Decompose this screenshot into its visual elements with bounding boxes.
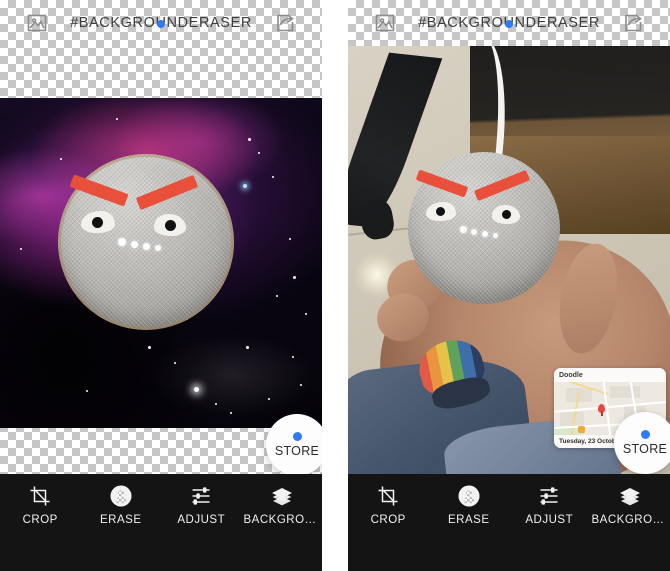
store-badge-dot-left: [293, 432, 302, 441]
map-widget-title: Doodle: [554, 368, 666, 382]
share-icon: [273, 11, 297, 35]
led-dot-2-right: [471, 229, 477, 235]
map-pin-red: [598, 404, 605, 413]
tool-erase-right[interactable]: ERASE: [429, 484, 510, 526]
app-header-right: #BACKGROUNDERASER: [348, 0, 670, 46]
led-dot-3: [143, 243, 150, 250]
tool-label-adjust-right: ADJUST: [523, 514, 575, 526]
layers-icon: [270, 484, 294, 508]
share-button-right[interactable]: [610, 0, 656, 46]
sliders-icon: [537, 484, 561, 508]
original-photo: Doodle: [348, 46, 670, 474]
tool-row-left: CROP: [0, 474, 322, 534]
tool-background-right[interactable]: BACKGROU...: [590, 484, 670, 526]
notification-dot-right: [505, 20, 513, 28]
left-eye-right: [426, 202, 456, 221]
tool-label-crop-right: CROP: [369, 514, 408, 526]
led-dot-4: [155, 245, 161, 251]
share-button-left[interactable]: [262, 0, 308, 46]
map-poi-marker: [578, 426, 585, 433]
tool-background-left[interactable]: BACKGROU...: [242, 484, 323, 526]
right-eye: [154, 214, 186, 236]
canvas-edited[interactable]: [0, 98, 322, 428]
bottom-toolbar-right: CROP: [348, 474, 670, 571]
speaker-device-right: [408, 152, 560, 304]
led-dot-3-right: [482, 231, 488, 237]
erase-person-cutout-icon: [457, 484, 481, 508]
tool-label-crop-left: CROP: [21, 514, 60, 526]
canvas-original[interactable]: Doodle: [348, 46, 670, 474]
app-header-left: #BACKGROUNDERASER: [0, 0, 322, 46]
store-button-right[interactable]: STORE: [614, 412, 670, 474]
app-title-wrap-left: #BACKGROUNDERASER: [60, 15, 262, 31]
tool-label-erase-left: ERASE: [98, 514, 144, 526]
image-gallery-icon: [25, 11, 49, 35]
tool-erase-left[interactable]: ERASE: [81, 484, 162, 526]
screenshot-root: #BACKGROUNDERASER: [0, 0, 670, 571]
gallery-button-left[interactable]: [14, 0, 60, 46]
panel-edited: #BACKGROUNDERASER: [0, 0, 322, 571]
tool-crop-right[interactable]: CROP: [348, 484, 429, 526]
panel-original: #BACKGROUNDERASER: [348, 0, 670, 571]
right-eye-right: [492, 205, 520, 224]
left-pupil-right: [436, 207, 445, 216]
tool-adjust-left[interactable]: ADJUST: [161, 484, 242, 526]
map-widget-date: Tuesday, 23 October: [559, 438, 622, 445]
tool-label-erase-right: ERASE: [446, 514, 492, 526]
bottom-toolbar-left: CROP: [0, 474, 322, 571]
notification-dot-left: [157, 20, 165, 28]
led-dot-1-right: [460, 226, 467, 233]
store-button-left[interactable]: STORE: [266, 414, 322, 476]
store-badge-dot-right: [641, 430, 650, 439]
erase-person-cutout-icon: [109, 484, 133, 508]
tool-adjust-right[interactable]: ADJUST: [509, 484, 590, 526]
led-dot-4-right: [493, 233, 498, 238]
tool-label-background-left: BACKGROU...: [242, 514, 323, 526]
left-eye: [81, 211, 115, 233]
tool-row-right: CROP: [348, 474, 670, 534]
image-gallery-icon: [373, 11, 397, 35]
layers-icon: [618, 484, 642, 508]
store-label-left: STORE: [275, 444, 319, 458]
speaker-device-cutout-left: [58, 154, 234, 330]
gallery-button-right[interactable]: [362, 0, 408, 46]
sliders-icon: [189, 484, 213, 508]
right-pupil-right: [502, 210, 511, 219]
app-title-wrap-right: #BACKGROUNDERASER: [408, 15, 610, 31]
share-icon: [621, 11, 645, 35]
store-label-right: STORE: [623, 442, 667, 456]
tool-crop-left[interactable]: CROP: [0, 484, 81, 526]
tool-label-background-right: BACKGROU...: [590, 514, 670, 526]
left-pupil: [92, 217, 103, 228]
led-dot-2: [131, 241, 138, 248]
crop-icon: [376, 484, 400, 508]
led-dot-1: [118, 238, 126, 246]
crop-icon: [28, 484, 52, 508]
right-pupil: [165, 220, 176, 231]
tool-label-adjust-left: ADJUST: [175, 514, 227, 526]
